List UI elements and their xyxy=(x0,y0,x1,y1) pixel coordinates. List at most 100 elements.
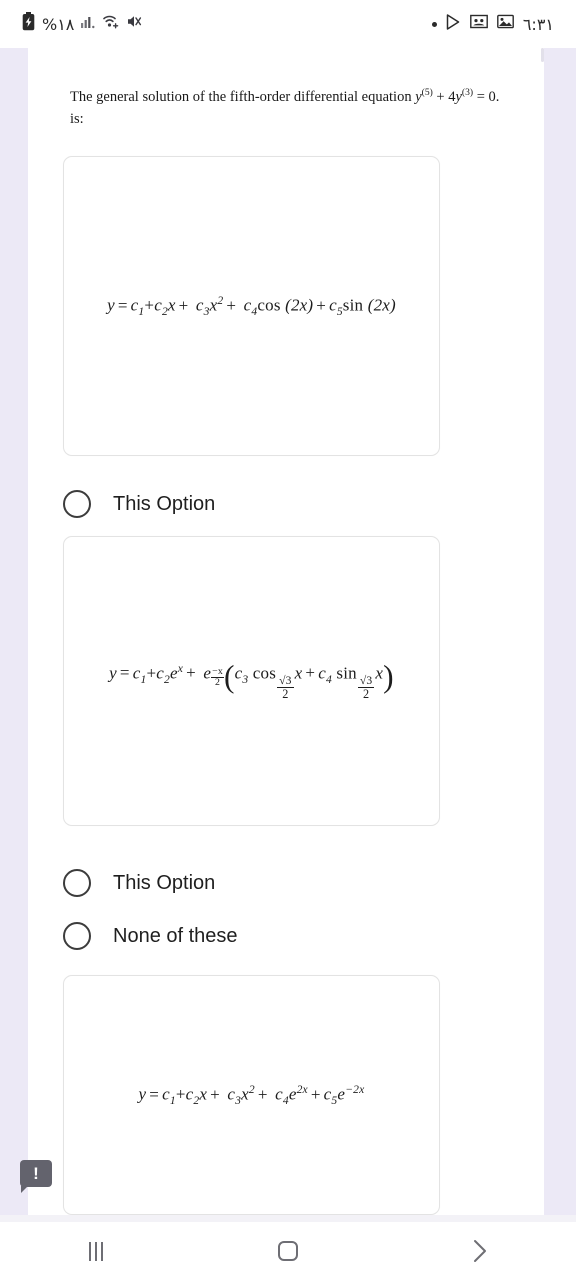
f1-plus1: + xyxy=(144,295,155,315)
f3-c3: c xyxy=(227,1084,236,1104)
question-eq-sup1: (5) xyxy=(421,87,433,99)
f2-e2: e xyxy=(203,663,212,683)
nav-recent-apps-button[interactable] xyxy=(0,1222,192,1280)
f1-plus4: + xyxy=(316,295,327,315)
radio-button-option-2[interactable] xyxy=(63,869,91,897)
radio-button-none-of-these[interactable] xyxy=(63,922,91,950)
option-2-radio-row[interactable]: This Option xyxy=(63,861,443,905)
f2-plus2: + xyxy=(186,663,196,683)
f2-c4-sub: 4 xyxy=(325,672,332,686)
recent-apps-icon xyxy=(89,1241,103,1261)
f3-plus3: + xyxy=(257,1084,268,1104)
nav-back-button[interactable] xyxy=(384,1222,576,1280)
f2-eq: = xyxy=(119,663,130,683)
page-rail-left xyxy=(0,48,28,1215)
status-bar: %١٨ ٦:٣١ xyxy=(0,0,576,48)
f1-cos: cos xyxy=(257,295,281,315)
question-eq-plus: + 4 xyxy=(432,89,456,105)
play-store-icon xyxy=(446,13,461,35)
nav-home-button[interactable] xyxy=(192,1222,384,1280)
f3-c1: c xyxy=(162,1084,170,1104)
radio-label-option-1: This Option xyxy=(113,492,216,515)
battery-percent-label: %١٨ xyxy=(42,14,75,34)
question-eq-end: = 0. xyxy=(473,89,500,105)
f1-eq: = xyxy=(117,295,128,315)
option-card-3[interactable]: y = c1+c2x + c3x2 + c4e2x + c5e−2x xyxy=(63,975,440,1215)
f2-e1: e xyxy=(169,663,178,683)
option-3-formula: y = c1+c2x + c3x2 + c4e2x + c5e−2x xyxy=(133,1083,371,1107)
f3-x2: x xyxy=(241,1084,249,1104)
clock-label: ٦:٣١ xyxy=(522,14,554,34)
f1-x1: x xyxy=(167,295,176,315)
f3-plus1: + xyxy=(175,1084,186,1104)
f3-e1: e xyxy=(288,1084,297,1104)
f2-sin: sin xyxy=(336,663,357,683)
option-2-formula: y = c1+c2ex + e −x 2 (c3 cos √3 2 x + c4 sin √3 2 x) xyxy=(103,658,400,701)
status-bar-left: %١٨ xyxy=(22,12,143,36)
f1-arg2: (2x) xyxy=(367,295,396,315)
f3-c4: c xyxy=(275,1084,283,1104)
f2-rad-den-b: 2 xyxy=(362,686,370,701)
exclamation-icon: ! xyxy=(33,1164,39,1183)
image-icon xyxy=(496,14,514,34)
option-card-2[interactable]: y = c1+c2ex + e −x 2 (c3 cos √3 2 x + c4 sin √3 2 x) xyxy=(63,536,440,826)
f2-c2: c xyxy=(156,663,164,683)
question-eq-sup2: (3) xyxy=(461,87,474,99)
f2-c4: c xyxy=(318,663,326,683)
f3-e2: e xyxy=(337,1084,346,1104)
f1-c3: c xyxy=(195,295,204,315)
f1-arg1: (2x) xyxy=(285,295,314,315)
status-bar-right: ٦:٣١ xyxy=(431,13,554,35)
dot-indicator-icon xyxy=(431,21,437,27)
f2-e2-exponent-fraction: −x 2 xyxy=(211,666,224,688)
page-rail-right xyxy=(543,48,576,1215)
f2-lparen: ( xyxy=(223,658,235,694)
f1-sin: sin xyxy=(342,295,364,315)
f3-x1: x xyxy=(199,1084,208,1104)
battery-charging-icon xyxy=(22,12,35,36)
radio-button-option-1[interactable] xyxy=(63,490,91,518)
home-icon xyxy=(278,1241,298,1261)
f1-y: y xyxy=(107,295,115,315)
f3-x2-sup: 2 xyxy=(248,1082,255,1096)
volume-mute-icon xyxy=(127,14,143,34)
option-none-radio-row[interactable]: None of these xyxy=(63,914,443,958)
question-prefix: The general solution of the fifth-order … xyxy=(70,89,416,105)
option-1-radio-row[interactable]: This Option xyxy=(63,482,443,526)
android-navigation-bar xyxy=(0,1222,576,1280)
feedback-bubble-button[interactable]: ! xyxy=(20,1160,52,1193)
f3-e2-sup: −2x xyxy=(345,1082,365,1096)
back-chevron-icon xyxy=(470,1238,490,1264)
phone-screen: %١٨ ٦:٣١ The general solution of the fif… xyxy=(0,0,576,1280)
f2-sqrt3-over-2-a: √3 2 xyxy=(277,674,294,701)
f3-e1-sup: 2x xyxy=(296,1082,308,1096)
f2-c3-sub: 3 xyxy=(242,672,249,686)
question-text: The general solution of the fifth-order … xyxy=(70,86,515,131)
f3-eq: = xyxy=(149,1084,160,1104)
f2-xb: x xyxy=(375,663,384,683)
f2-y: y xyxy=(109,663,117,683)
notification-badge-icon xyxy=(469,14,488,34)
quiz-content-sheet: The general solution of the fifth-order … xyxy=(28,48,543,1215)
f2-plus3: + xyxy=(305,663,316,683)
f2-sqrt3-over-2-b: √3 2 xyxy=(357,673,375,701)
wifi-icon xyxy=(103,14,120,34)
f2-e2-den: 2 xyxy=(214,676,221,688)
f1-plus2: + xyxy=(178,295,189,315)
f3-plus2: + xyxy=(210,1084,220,1104)
f1-c5: c xyxy=(329,295,337,315)
signal-bars-icon xyxy=(81,14,96,34)
scrollbar-thumb[interactable] xyxy=(541,48,544,62)
f2-rparen: ) xyxy=(383,658,394,694)
question-line2: is: xyxy=(70,111,84,128)
f2-rad-den-a: 2 xyxy=(282,686,289,701)
f1-plus3: + xyxy=(226,295,237,315)
option-card-1[interactable]: y = c1+c2x + c3x2 + c4cos (2x) + c5sin (2x) xyxy=(63,156,440,456)
f2-cos: cos xyxy=(252,663,277,683)
bottom-divider xyxy=(0,1215,576,1222)
vertical-scrollbar[interactable] xyxy=(541,48,544,1215)
option-1-formula: y = c1+c2x + c3x2 + c4cos (2x) + c5sin (2x) xyxy=(101,294,402,318)
f3-plus4: + xyxy=(310,1084,321,1104)
f2-rad-num-b: √3 xyxy=(357,673,375,688)
radio-label-none-of-these: None of these xyxy=(113,924,238,947)
